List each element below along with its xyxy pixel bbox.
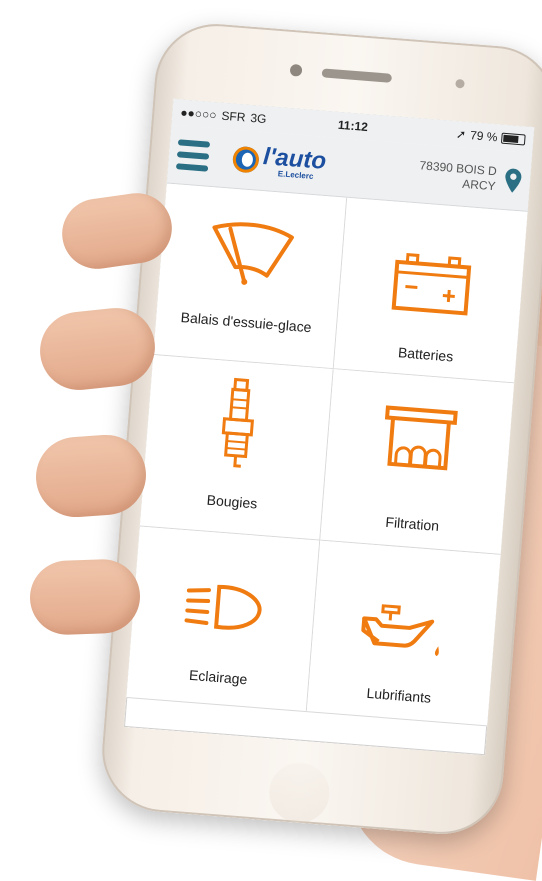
home-button[interactable] [267, 760, 332, 826]
headlight-icon [184, 584, 262, 630]
category-batteries[interactable]: Batteries [333, 197, 528, 384]
category-label: Filtration [384, 513, 440, 534]
category-spark-plugs[interactable]: Bougies [139, 354, 334, 541]
phone-device: ●●○○○ SFR 3G 11:12 ➚ 79 % l'auto E.Lecle… [97, 19, 542, 839]
spark-plug-icon [221, 377, 255, 468]
category-label: Balais d'essuie-glace [180, 309, 313, 336]
category-label: Batteries [397, 344, 454, 365]
category-label: Bougies [206, 491, 258, 512]
battery-icon [391, 253, 471, 316]
proximity-sensor [455, 78, 465, 89]
brand-logo[interactable]: l'auto E.Leclerc [231, 143, 327, 182]
filter-icon [384, 405, 458, 471]
category-lighting[interactable]: Eclairage [126, 526, 321, 713]
category-wipers[interactable]: Balais d'essuie-glace [153, 183, 348, 370]
category-filtration[interactable]: Filtration [320, 369, 515, 555]
earpiece-speaker [321, 68, 393, 83]
store-location-text: 78390 BOIS D ARCY [405, 157, 497, 194]
category-lubricants[interactable]: Lubrifiants [306, 540, 501, 727]
leclerc-logo-icon [231, 145, 260, 174]
app-screen: ●●○○○ SFR 3G 11:12 ➚ 79 % l'auto E.Lecle… [124, 98, 535, 756]
front-camera [289, 63, 303, 77]
menu-icon[interactable] [175, 139, 211, 172]
category-label: Lubrifiants [365, 684, 432, 706]
battery-status-icon [500, 132, 526, 145]
category-grid: Balais d'essuie-glace Batteries Bougies … [126, 183, 528, 727]
wiper-icon [212, 222, 294, 285]
oil-can-icon [360, 604, 439, 657]
map-pin-icon[interactable] [503, 167, 523, 194]
store-location[interactable]: 78390 BOIS D ARCY [405, 157, 523, 196]
category-label: Eclairage [188, 666, 248, 688]
hand-finger-4 [28, 558, 142, 636]
